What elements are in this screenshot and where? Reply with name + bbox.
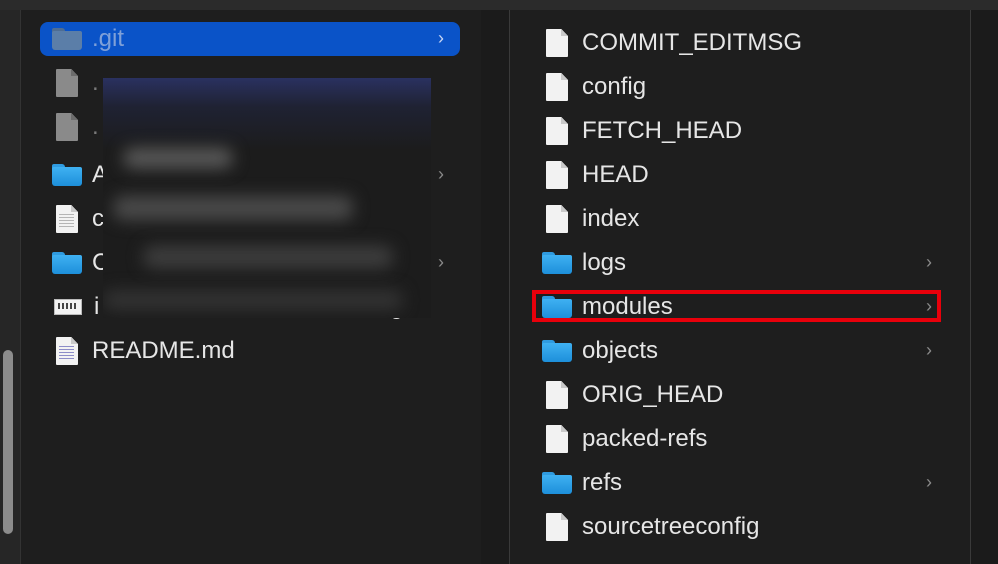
column-gap (481, 10, 509, 564)
scrollbar-thumb[interactable] (3, 350, 13, 534)
column-item-git[interactable]: .git › (40, 22, 460, 56)
scrollbar[interactable] (0, 10, 21, 564)
folder-icon (52, 28, 82, 50)
folder-icon (542, 252, 572, 274)
chevron-right-icon: › (926, 252, 932, 272)
redacted-region (103, 78, 431, 318)
folder-icon (52, 164, 82, 186)
column-item-packed-refs[interactable]: packed-refs (542, 422, 952, 456)
column-item-head[interactable]: HEAD (542, 158, 952, 192)
file-icon (546, 513, 568, 541)
file-icon (546, 425, 568, 453)
item-label: i (94, 293, 100, 320)
item-label: README.md (92, 337, 235, 364)
markdown-file-icon (56, 337, 78, 365)
item-label: index (582, 205, 640, 232)
folder-icon (542, 472, 572, 494)
file-icon (546, 205, 568, 233)
file-icon (56, 113, 78, 141)
chevron-right-icon: › (438, 28, 444, 48)
annotation-highlight-modules (532, 290, 941, 322)
chevron-right-icon: › (438, 252, 444, 272)
item-label: config (582, 73, 647, 100)
column-item-index[interactable]: index (542, 202, 952, 236)
column-item-objects[interactable]: objects › (542, 334, 952, 368)
column-item-readme[interactable]: README.md (52, 334, 460, 368)
column-item-orig-head[interactable]: ORIG_HEAD (542, 378, 952, 412)
file-icon (56, 69, 78, 97)
file-icon (546, 73, 568, 101)
column-item-sourcetreeconfig[interactable]: sourcetreeconfig (542, 510, 952, 544)
file-icon (546, 161, 568, 189)
item-label: sourcetreeconfig (582, 513, 760, 540)
column-item-refs[interactable]: refs › (542, 466, 952, 500)
column-item-fetch-head[interactable]: FETCH_HEAD (542, 114, 952, 148)
item-label: .git (92, 25, 125, 52)
folder-icon (542, 340, 572, 362)
file-icon (546, 117, 568, 145)
file-icon (546, 381, 568, 409)
folder-icon (52, 252, 82, 274)
item-label: COMMIT_EDITMSG (582, 29, 802, 56)
chevron-right-icon: › (926, 472, 932, 492)
chevron-right-icon: › (926, 340, 932, 360)
item-label: HEAD (582, 161, 649, 188)
item-label: logs (582, 249, 627, 276)
item-label: . (92, 69, 99, 96)
item-label: . (92, 113, 99, 140)
item-label: ORIG_HEAD (582, 381, 724, 408)
column-item-config[interactable]: config (542, 70, 952, 104)
finder-column-git: COMMIT_EDITMSG config FETCH_HEAD HEAD in… (510, 10, 970, 564)
image-file-icon (54, 299, 82, 315)
item-label: refs (582, 469, 623, 496)
item-label: objects (582, 337, 659, 364)
text-file-icon (56, 205, 78, 233)
column-item-commit-editmsg[interactable]: COMMIT_EDITMSG (542, 26, 952, 60)
chevron-right-icon: › (438, 164, 444, 184)
file-icon (546, 29, 568, 57)
item-label: FETCH_HEAD (582, 117, 743, 144)
column-item-logs[interactable]: logs › (542, 246, 952, 280)
item-label: packed-refs (582, 425, 708, 452)
finder-column-empty (971, 10, 998, 564)
